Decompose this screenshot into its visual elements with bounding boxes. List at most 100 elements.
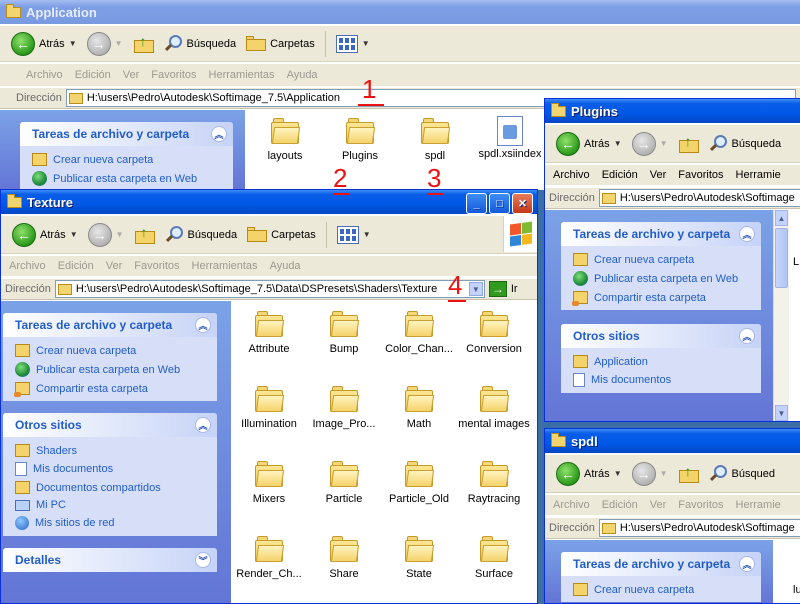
folder-item[interactable]: Bump	[304, 311, 384, 355]
up-button[interactable]: ↑	[130, 32, 158, 56]
folder-item[interactable]: Render_Ch...	[229, 536, 309, 580]
folder-item[interactable]: Color_Chan...	[379, 311, 459, 355]
minimize-button[interactable]: _	[466, 193, 487, 214]
application-titlebar[interactable]: Application	[0, 0, 800, 24]
expand-icon[interactable]: ︾	[195, 552, 211, 568]
task-publish-web[interactable]: Publicar esta carpeta en Web	[32, 171, 223, 186]
menu-archivo[interactable]: Archivo	[26, 69, 63, 81]
file-item-plugins[interactable]: Plugins	[320, 118, 400, 162]
details-header[interactable]: Detalles ︾	[3, 548, 217, 572]
menu-favoritos[interactable]: Favoritos	[134, 260, 179, 272]
folder-item[interactable]: Share	[304, 536, 384, 580]
search-button[interactable]: Búsqueda	[163, 224, 241, 246]
back-button[interactable]: ← Atrás ▼	[8, 30, 80, 58]
collapse-icon[interactable]: ︽	[211, 126, 227, 142]
folder-item[interactable]: Particle_Old	[379, 461, 459, 505]
task-new-folder[interactable]: Crear nueva carpeta	[32, 153, 223, 166]
place-application[interactable]: Application	[573, 355, 751, 368]
collapse-icon[interactable]: ︽	[739, 556, 755, 572]
menu-favoritos[interactable]: Favoritos	[151, 69, 196, 81]
menu-edicion[interactable]: Edición	[602, 499, 638, 511]
place-shared-documents[interactable]: Documentos compartidos	[15, 481, 207, 494]
file-item-spdl-xsiindex[interactable]: spdl.xsiindex	[470, 116, 550, 160]
menu-archivo[interactable]: Archivo	[9, 260, 46, 272]
menu-edicion[interactable]: Edición	[58, 260, 94, 272]
file-item-label[interactable]: L	[793, 256, 799, 268]
file-item-label[interactable]: lu	[793, 584, 800, 596]
folders-button[interactable]: Carpetas	[243, 34, 318, 53]
menu-favoritos[interactable]: Favoritos	[678, 169, 723, 181]
back-button[interactable]: ← Atrás ▼	[553, 460, 625, 488]
plugins-scrollbar[interactable]: ▲ ▼	[773, 210, 789, 421]
tasks-panel-header[interactable]: Tareas de archivo y carpeta ︽	[3, 313, 217, 337]
menu-ver[interactable]: Ver	[650, 499, 667, 511]
search-button[interactable]: Búsqueda	[162, 33, 240, 55]
views-button[interactable]: ▼	[334, 224, 374, 246]
back-button[interactable]: ← Atrás ▼	[9, 221, 81, 249]
forward-button[interactable]: → ▼	[629, 460, 671, 488]
folder-item[interactable]: Illumination	[229, 386, 309, 430]
other-places-header[interactable]: Otros sitios ︽	[3, 413, 217, 437]
menu-ver[interactable]: Ver	[106, 260, 123, 272]
up-button[interactable]: ↑	[131, 223, 159, 247]
search-button[interactable]: Búsqueda	[707, 133, 785, 155]
collapse-icon[interactable]: ︽	[195, 417, 211, 433]
address-field[interactable]: H:\users\Pedro\Autodesk\Softimage_7.5\Da…	[54, 280, 485, 298]
tasks-panel-header[interactable]: Tareas de archivo y carpeta ︽	[20, 122, 233, 146]
folder-item[interactable]: Raytracing	[454, 461, 534, 505]
place-network[interactable]: Mis sitios de red	[15, 516, 207, 530]
close-button[interactable]: ✕	[512, 193, 533, 214]
task-new-folder[interactable]: Crear nueva carpeta	[573, 253, 751, 266]
menu-archivo[interactable]: Archivo	[553, 499, 590, 511]
task-share-folder[interactable]: Compartir esta carpeta	[572, 291, 751, 306]
up-button[interactable]: ↑	[675, 462, 703, 486]
place-my-documents[interactable]: Mis documentos	[573, 373, 751, 387]
folder-item[interactable]: Particle	[304, 461, 384, 505]
place-my-documents[interactable]: Mis documentos	[15, 462, 207, 476]
collapse-icon[interactable]: ︽	[739, 226, 755, 242]
address-field[interactable]: H:\users\Pedro\Autodesk\Softimage	[598, 519, 800, 537]
task-new-folder[interactable]: Crear nueva carpeta	[573, 583, 751, 596]
menu-archivo[interactable]: Archivo	[553, 169, 590, 181]
task-share-folder[interactable]: Compartir esta carpeta	[14, 382, 207, 397]
collapse-icon[interactable]: ︽	[739, 328, 755, 344]
go-button[interactable]: → Ir	[488, 281, 518, 297]
maximize-button[interactable]: □	[489, 193, 510, 214]
back-button[interactable]: ← Atrás ▼	[553, 130, 625, 158]
spdl-titlebar[interactable]: spdl	[545, 429, 800, 453]
file-item-spdl[interactable]: spdl	[395, 118, 475, 162]
address-dropdown-icon[interactable]: ▼	[468, 282, 483, 296]
scroll-thumb[interactable]	[775, 228, 788, 288]
menu-favoritos[interactable]: Favoritos	[678, 499, 723, 511]
menu-herramientas[interactable]: Herramientas	[209, 69, 275, 81]
folders-button[interactable]: Carpetas	[244, 225, 319, 244]
place-my-pc[interactable]: Mi PC	[15, 499, 207, 511]
folder-item[interactable]: mental images	[454, 386, 534, 430]
file-item-layouts[interactable]: layouts	[245, 118, 325, 162]
menu-edicion[interactable]: Edición	[602, 169, 638, 181]
views-button[interactable]: ▼	[333, 33, 373, 55]
scroll-up-icon[interactable]: ▲	[775, 210, 788, 226]
place-shaders[interactable]: Shaders	[15, 444, 207, 457]
task-publish-web[interactable]: Publicar esta carpeta en Web	[573, 271, 751, 286]
menu-herramientas[interactable]: Herramie	[736, 499, 781, 511]
task-new-folder[interactable]: Crear nueva carpeta	[15, 344, 207, 357]
menu-ver[interactable]: Ver	[650, 169, 667, 181]
collapse-icon[interactable]: ︽	[195, 317, 211, 333]
forward-button[interactable]: → ▼	[629, 130, 671, 158]
menu-ayuda[interactable]: Ayuda	[270, 260, 301, 272]
menu-ver[interactable]: Ver	[123, 69, 140, 81]
texture-titlebar[interactable]: Texture _ □ ✕	[1, 190, 537, 214]
task-publish-web[interactable]: Publicar esta carpeta en Web	[15, 362, 207, 377]
menu-ayuda[interactable]: Ayuda	[287, 69, 318, 81]
address-field[interactable]: H:\users\Pedro\Autodesk\Softimage	[598, 189, 800, 207]
scroll-down-icon[interactable]: ▼	[775, 405, 788, 421]
other-places-header[interactable]: Otros sitios ︽	[561, 324, 761, 348]
search-button[interactable]: Búsqued	[707, 463, 778, 485]
folder-item[interactable]: Mixers	[229, 461, 309, 505]
up-button[interactable]: ↑	[675, 132, 703, 156]
menu-herramientas[interactable]: Herramientas	[192, 260, 258, 272]
forward-button[interactable]: → ▼	[85, 221, 127, 249]
folder-item[interactable]: Conversion	[454, 311, 534, 355]
tasks-panel-header[interactable]: Tareas de archivo y carpeta ︽	[561, 222, 761, 246]
